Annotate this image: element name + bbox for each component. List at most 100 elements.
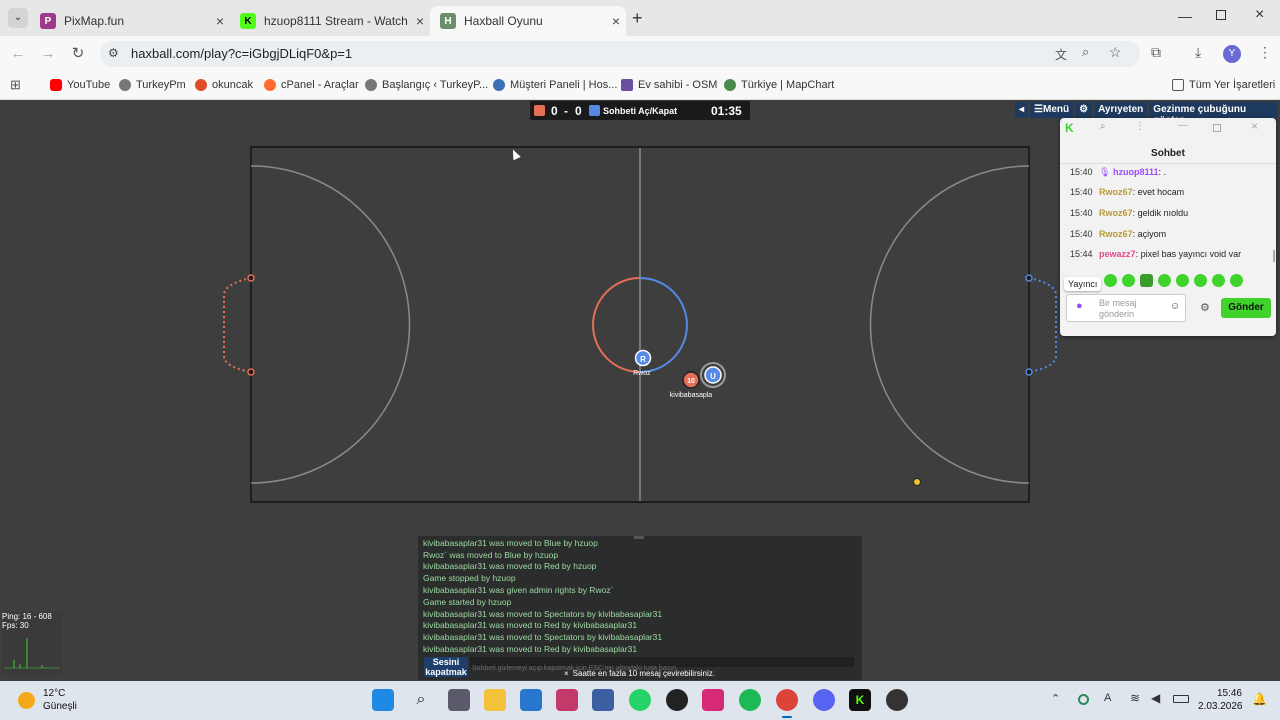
game-menu-bar: ◂ ☰Menü ⚙ Ayrıyeten Gezinme çubuğunu gös… — [1015, 102, 1280, 126]
weather-temp: 12°C — [43, 688, 66, 699]
apps-grid-icon[interactable]: ⊞ — [10, 77, 21, 93]
message-user[interactable]: hzuop8111 — [1113, 167, 1159, 177]
store-icon[interactable] — [520, 689, 542, 711]
kick-app-icon[interactable]: K — [849, 689, 871, 711]
chat-scrollbar[interactable] — [1273, 250, 1275, 262]
chat-more-icon[interactable]: ⋮ — [1135, 121, 1145, 132]
close-icon[interactable]: × — [410, 13, 430, 29]
security-tray-icon[interactable] — [1078, 694, 1089, 705]
site-info-icon[interactable]: ⚙ — [108, 46, 119, 60]
bookmark-musteri-paneli[interactable]: Müşteri Paneli | Hos... — [493, 77, 617, 93]
message-user[interactable]: Rwoz67 — [1099, 208, 1133, 218]
chat-input[interactable]: ● Bir mesaj gönderin ☺ — [1066, 294, 1186, 322]
emote-icon[interactable] — [1104, 274, 1117, 287]
detach-button[interactable]: Ayrıyeten — [1094, 102, 1148, 118]
settings-gear-icon[interactable]: ⚙ — [1075, 102, 1093, 118]
close-window-button[interactable]: × — [1255, 6, 1264, 24]
player-letter: U — [710, 372, 716, 381]
bookmark-osm[interactable]: Ev sahibi - OSM — [621, 77, 717, 93]
snipping-tool-icon[interactable] — [556, 689, 578, 711]
message-time: 15:40 — [1070, 229, 1093, 239]
language-tray-icon[interactable]: A — [1104, 692, 1111, 704]
chat-minimize-icon[interactable]: — — [1178, 120, 1188, 131]
close-icon[interactable]: × — [606, 13, 626, 29]
message-text: : evet hocam — [1132, 187, 1185, 197]
tab-pixmap[interactable]: P PixMap.fun × — [30, 6, 230, 36]
bookmark-mapchart[interactable]: Türkiye | MapChart — [724, 77, 834, 93]
close-notice-icon[interactable]: × — [564, 669, 569, 678]
log-chat-input[interactable]: Sohbeti gizlemeyi açıp kapatmak için ESC… — [470, 657, 854, 672]
download-icon[interactable]: ⤓ — [1195, 44, 1201, 61]
message-text: : geldik nıoldu — [1132, 208, 1189, 218]
chat-message: 15:40 Rwoz67: açiyom — [1070, 229, 1166, 239]
message-user[interactable]: pewazz7 — [1099, 249, 1136, 259]
search-icon[interactable]: ⌕ — [410, 689, 432, 711]
chat-toggle-label[interactable]: Sohbeti Aç/Kapat — [603, 106, 677, 116]
globe-icon — [365, 79, 377, 91]
emoji-icon[interactable]: ☺ — [1170, 301, 1180, 312]
log-resize-handle[interactable] — [634, 536, 644, 539]
message-text: : pixel bas yayıncı void var — [1135, 249, 1242, 259]
bookmark-okuncak[interactable]: okuncak — [195, 77, 253, 93]
forward-button[interactable]: → — [38, 44, 58, 64]
tab-haxball[interactable]: H Haxball Oyunu × — [430, 6, 626, 36]
extensions-icon[interactable]: ⧉ — [1151, 44, 1161, 61]
bookmark-star-icon[interactable]: ☆ — [1109, 44, 1122, 61]
emote-icon[interactable] — [1212, 274, 1225, 287]
message-user[interactable]: Rwoz67 — [1099, 187, 1133, 197]
obs-icon[interactable] — [886, 689, 908, 711]
emote-icon[interactable] — [1194, 274, 1207, 287]
minimize-button[interactable]: — — [1178, 8, 1192, 24]
mute-button[interactable]: Sesini kapatmak — [424, 657, 468, 677]
spotify-icon[interactable] — [739, 689, 761, 711]
discord-icon[interactable] — [813, 689, 835, 711]
collapse-arrow-icon[interactable]: ◂ — [1015, 102, 1029, 118]
message-user[interactable]: Rwoz67 — [1099, 229, 1133, 239]
new-tab-button[interactable]: + — [632, 8, 643, 29]
bookmark-baslangic[interactable]: Başlangıç ‹ TurkeyP... — [365, 77, 488, 93]
volume-icon[interactable]: ◀ — [1151, 691, 1160, 705]
battery-icon[interactable] — [1173, 695, 1189, 703]
file-explorer-icon[interactable] — [484, 689, 506, 711]
editor-icon[interactable] — [592, 689, 614, 711]
profile-avatar[interactable]: Y — [1223, 45, 1241, 63]
zoom-icon[interactable]: ⌕ — [1082, 44, 1089, 60]
chatgpt-icon[interactable] — [666, 689, 688, 711]
bookmark-turkeypm[interactable]: TurkeyPm — [119, 77, 186, 93]
chat-settings-icon[interactable]: ⚙ — [1200, 301, 1210, 314]
tab-title: Haxball Oyunu — [464, 14, 543, 28]
emote-icon[interactable] — [1230, 274, 1243, 287]
chrome-icon[interactable] — [776, 689, 798, 711]
show-navbar-button[interactable]: Gezinme çubuğunu göster — [1149, 102, 1278, 126]
restore-button[interactable] — [1216, 10, 1226, 20]
wifi-icon[interactable]: ≋ — [1130, 691, 1140, 705]
chat-close-icon[interactable]: × — [1251, 119, 1258, 133]
mic-icon[interactable]: ● — [1076, 300, 1083, 312]
emote-icon[interactable] — [1122, 274, 1135, 287]
send-button[interactable]: Gönder — [1221, 298, 1271, 318]
browser-menu-icon[interactable]: ⋮ — [1258, 44, 1272, 61]
bookmark-cpanel[interactable]: cPanel - Araçlar — [264, 77, 359, 93]
chat-search-icon[interactable]: ⌕ — [1100, 121, 1106, 132]
emote-icon[interactable] — [1140, 274, 1153, 287]
reload-button[interactable]: ↻ — [68, 44, 88, 64]
menu-button[interactable]: ☰Menü — [1030, 102, 1074, 118]
emote-icon[interactable] — [1158, 274, 1171, 287]
tab-search-button[interactable]: ⌄ — [8, 8, 28, 28]
notification-bell-icon[interactable]: 🔔 — [1252, 692, 1267, 706]
tab-kick-stream[interactable]: K hzuop8111 Stream - Watch Live × — [230, 6, 430, 36]
back-button[interactable]: ← — [8, 44, 28, 64]
log-line: kivibabasaplar31 was moved to Spectators… — [423, 609, 663, 619]
emote-icon[interactable] — [1176, 274, 1189, 287]
tray-overflow-icon[interactable]: ⌃ — [1051, 692, 1060, 705]
whatsapp-icon[interactable] — [629, 689, 651, 711]
task-view-icon[interactable] — [448, 689, 470, 711]
instagram-icon[interactable] — [702, 689, 724, 711]
bookmark-youtube[interactable]: YouTube — [50, 77, 110, 93]
all-bookmarks[interactable]: Tüm Yer İşaretleri — [1172, 77, 1275, 93]
close-icon[interactable]: × — [210, 13, 230, 29]
chat-maximize-icon[interactable] — [1213, 124, 1221, 132]
taskbar-clock[interactable]: 15:46 2.03.2026 — [1198, 688, 1243, 712]
windows-start-icon[interactable] — [372, 689, 394, 711]
translate-icon[interactable]: 文 — [1055, 46, 1067, 63]
